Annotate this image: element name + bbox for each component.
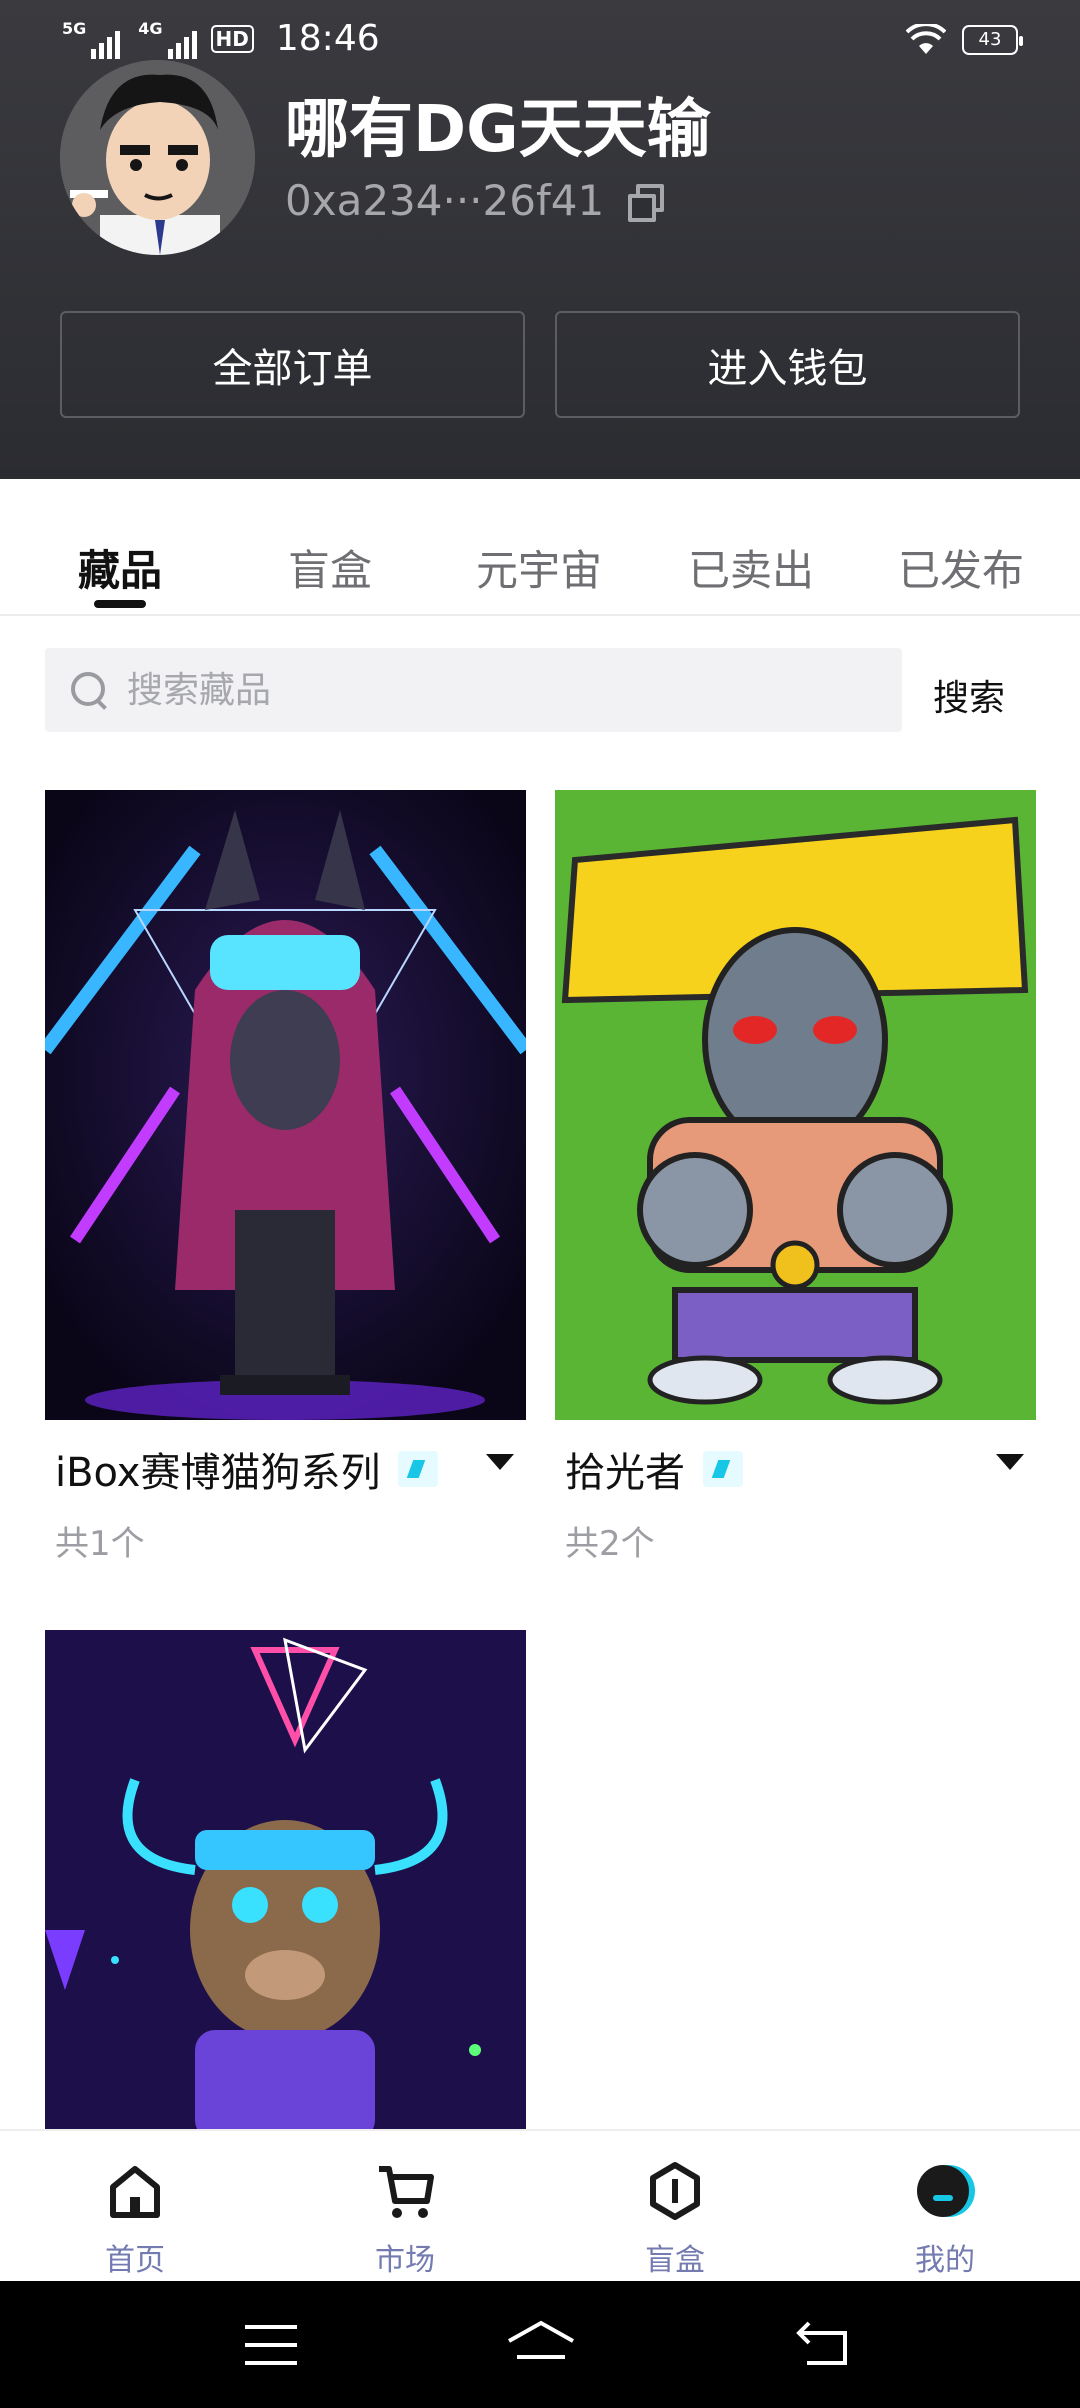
- back-icon[interactable]: [795, 2319, 851, 2367]
- nav-profile[interactable]: 我的: [845, 2131, 1045, 2283]
- enter-wallet-button[interactable]: 进入钱包: [555, 311, 1020, 418]
- wallet-address-text: 0xa234···26f41: [285, 176, 605, 225]
- collection-card[interactable]: iBox赛博猫狗系列 共1个: [45, 790, 526, 1564]
- tab-metaverse[interactable]: 元宇宙: [476, 537, 602, 598]
- menu-icon[interactable]: [245, 2323, 297, 2367]
- hd-voice-icon: HD: [210, 24, 254, 53]
- search-input[interactable]: [127, 669, 847, 711]
- search-icon: [69, 670, 109, 710]
- wifi-icon: [906, 24, 946, 54]
- cyber-bull-artwork[interactable]: [45, 1630, 526, 2129]
- verified-badge-icon: [703, 1451, 743, 1487]
- network-5g-label: 5G: [62, 18, 87, 38]
- nav-home-label: 首页: [105, 2243, 165, 2278]
- tab-sold[interactable]: 已卖出: [688, 537, 814, 598]
- status-left: 5G 4G HD 18:46: [62, 18, 380, 59]
- nav-market[interactable]: 市场: [305, 2131, 505, 2283]
- blind-box-icon: [650, 2162, 700, 2220]
- collection-title-row[interactable]: iBox赛博猫狗系列: [55, 1440, 526, 1498]
- collection-title: 拾光者: [565, 1450, 685, 1496]
- cart-icon: [379, 2166, 434, 2218]
- collection-tabs: 藏品 盲盒 元宇宙 已卖出 已发布: [0, 479, 1080, 616]
- tab-blind-box[interactable]: 盲盒: [288, 537, 372, 598]
- tab-published[interactable]: 已发布: [898, 537, 1024, 598]
- search-bar: [45, 648, 902, 732]
- search-button[interactable]: 搜索: [933, 669, 1005, 721]
- wallet-address: 0xa234···26f41: [285, 176, 665, 225]
- tab-collectibles[interactable]: 藏品: [78, 537, 162, 598]
- avatar-cartoon-icon: [60, 60, 255, 255]
- signal-4g-icon: 4G: [138, 18, 197, 59]
- nav-market-label: 市场: [375, 2243, 435, 2278]
- cyber-dog-artwork[interactable]: [45, 790, 526, 1420]
- home-icon: [110, 2166, 160, 2218]
- signal-5g-icon: 5G: [62, 18, 121, 59]
- battery-icon: 43: [962, 25, 1023, 55]
- nav-home[interactable]: 首页: [35, 2131, 235, 2283]
- bottom-navigation: 首页 市场 盲盒 我的: [0, 2129, 1080, 2281]
- collection-card[interactable]: [45, 1630, 526, 2129]
- verified-badge-icon: [398, 1451, 439, 1487]
- system-navigation-bar: [0, 2281, 1080, 2408]
- collection-count: 共1个: [55, 1524, 145, 1564]
- nav-profile-label: 我的: [915, 2243, 975, 2278]
- caret-down-icon[interactable]: [996, 1454, 1024, 1470]
- profile-icon: [917, 2165, 975, 2217]
- nav-blind-box[interactable]: 盲盒: [575, 2131, 775, 2283]
- collection-title-row[interactable]: 拾光者: [565, 1440, 1036, 1498]
- collection-card[interactable]: 拾光者 共2个: [555, 790, 1036, 1564]
- caret-down-icon[interactable]: [486, 1454, 514, 1470]
- status-right: 43: [906, 24, 1023, 56]
- all-orders-button[interactable]: 全部订单: [60, 311, 525, 418]
- collection-title: iBox赛博猫狗系列: [55, 1450, 381, 1496]
- profile-header: 5G 4G HD 18:46 43 哪有DG天天输 0xa234···26f41…: [0, 0, 1080, 479]
- bane-artwork[interactable]: [555, 790, 1036, 1420]
- copy-icon[interactable]: [626, 183, 665, 222]
- tab-active-indicator: [94, 600, 146, 608]
- collection-count: 共2个: [565, 1524, 655, 1564]
- username: 哪有DG天天输: [285, 93, 711, 167]
- nav-blind-box-label: 盲盒: [645, 2243, 705, 2278]
- home-system-icon[interactable]: [505, 2319, 577, 2367]
- network-4g-label: 4G: [138, 18, 163, 38]
- status-time: 18:46: [275, 18, 380, 59]
- avatar[interactable]: [60, 60, 255, 255]
